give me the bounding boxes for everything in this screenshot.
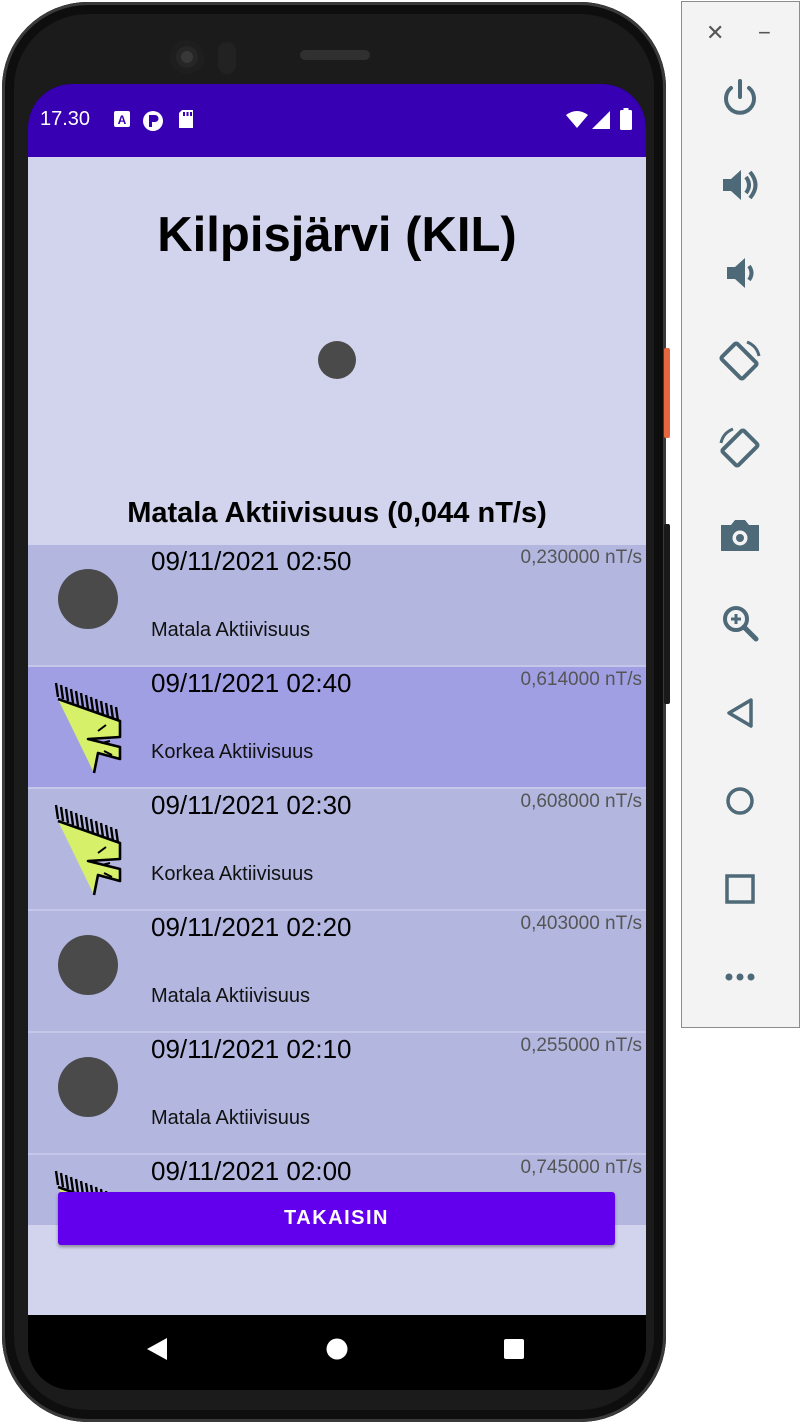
rotate-right-icon[interactable]: [717, 425, 763, 471]
list-item[interactable]: 09/11/2021 02:30 0,608000 nT/s Korkea Ak…: [28, 789, 646, 911]
list-item[interactable]: 09/11/2021 02:50 0,230000 nT/s Matala Ak…: [28, 545, 646, 667]
reading-value: 0,614000 nT/s: [520, 669, 642, 690]
volume-side-button: [664, 524, 670, 704]
minimize-icon[interactable]: −: [758, 20, 771, 46]
reading-value: 0,745000 nT/s: [520, 1157, 642, 1178]
emulator-toolbar: ✕ −: [681, 1, 800, 1028]
sd-card-icon: [178, 109, 194, 134]
nav-back-icon[interactable]: [146, 1337, 168, 1366]
activity-label: Matala Aktiivisuus: [151, 985, 310, 1007]
reading-value: 0,255000 nT/s: [520, 1035, 642, 1056]
nav-overview-icon[interactable]: [504, 1339, 524, 1364]
camera-icon[interactable]: [717, 513, 763, 559]
front-camera: [170, 40, 204, 74]
reading-value: 0,608000 nT/s: [520, 791, 642, 812]
back-icon[interactable]: [717, 690, 763, 736]
proximity-sensor: [218, 42, 236, 74]
status-bar: 17.30 A: [28, 84, 646, 157]
rotate-left-icon[interactable]: [717, 338, 763, 384]
power-icon[interactable]: [717, 75, 763, 121]
activity-label: Korkea Aktiivisuus: [151, 741, 314, 763]
volume-down-icon[interactable]: [717, 250, 763, 296]
reading-time: 09/11/2021 02:40: [151, 668, 352, 698]
list-item[interactable]: 09/11/2021 02:20 0,403000 nT/s Matala Ak…: [28, 911, 646, 1033]
low-activity-dot-icon: [58, 1057, 118, 1117]
reading-value: 0,403000 nT/s: [520, 913, 642, 934]
reading-value: 0,230000 nT/s: [520, 547, 642, 568]
wifi-icon: [566, 111, 588, 134]
aurora-icon: [54, 682, 122, 774]
list-item[interactable]: 09/11/2021 02:10 0,255000 nT/s Matala Ak…: [28, 1033, 646, 1155]
phone-frame: 17.30 A Kilpisjärvi (KIL) Matala Aktiivi…: [2, 2, 670, 1422]
more-icon[interactable]: [717, 954, 763, 1000]
overview-icon[interactable]: [717, 866, 763, 912]
reading-time: 09/11/2021 02:30: [151, 790, 352, 820]
app-content: Kilpisjärvi (KIL) Matala Aktiivisuus (0,…: [28, 157, 646, 1315]
list-item-selected[interactable]: 09/11/2021 02:40 0,614000 nT/s Korkea Ak…: [28, 667, 646, 789]
nav-home-icon[interactable]: [326, 1338, 348, 1365]
power-side-button: [664, 348, 670, 438]
readings-list[interactable]: 09/11/2021 02:50 0,230000 nT/s Matala Ak…: [28, 545, 646, 1225]
current-activity-status: Matala Aktiivisuus (0,044 nT/s): [127, 497, 547, 529]
notification-a-icon: A: [113, 110, 131, 133]
earpiece-speaker: [300, 50, 370, 60]
phone-screen: 17.30 A Kilpisjärvi (KIL) Matala Aktiivi…: [28, 84, 646, 1390]
navigation-bar: [28, 1315, 646, 1390]
cellular-signal-icon: [592, 111, 610, 134]
low-activity-dot-icon: [58, 569, 118, 629]
battery-icon: [620, 108, 632, 135]
activity-label: Korkea Aktiivisuus: [151, 863, 314, 885]
low-activity-dot-icon: [58, 935, 118, 995]
status-time: 17.30: [40, 108, 91, 130]
zoom-icon[interactable]: [717, 600, 763, 646]
svg-text:A: A: [118, 113, 127, 127]
volume-up-icon[interactable]: [717, 162, 763, 208]
notification-p-icon: [142, 110, 164, 137]
activity-status-dot-icon: [318, 341, 356, 379]
page-title: Kilpisjärvi (KIL): [157, 208, 517, 262]
close-icon[interactable]: ✕: [706, 20, 724, 46]
back-button[interactable]: TAKAISIN: [58, 1192, 615, 1245]
aurora-icon: [54, 804, 122, 896]
activity-label: Matala Aktiivisuus: [151, 1107, 310, 1129]
reading-time: 09/11/2021 02:10: [151, 1034, 352, 1064]
home-icon[interactable]: [717, 778, 763, 824]
reading-time: 09/11/2021 02:20: [151, 912, 352, 942]
reading-time: 09/11/2021 02:00: [151, 1156, 352, 1186]
activity-label: Matala Aktiivisuus: [151, 619, 310, 641]
reading-time: 09/11/2021 02:50: [151, 546, 352, 576]
